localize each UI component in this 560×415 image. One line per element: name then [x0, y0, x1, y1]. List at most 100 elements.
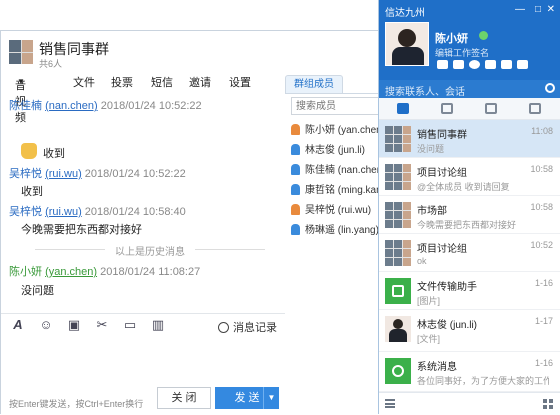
contacts-tab-icon[interactable] — [441, 103, 453, 114]
sender-id[interactable]: (rui.wu) — [45, 168, 82, 180]
conversation-preview: [文件] — [417, 334, 441, 344]
wave-hand-sticker — [21, 143, 37, 159]
divider — [285, 93, 379, 94]
main-panel: 信达九州 — □ ✕ 陈小妍 编辑工作签名 搜索联系人、会话 销售同事群 没问题… — [378, 0, 560, 414]
bookmark-tab-icon[interactable] — [485, 103, 497, 114]
conversation-item[interactable]: 林志俊 (jun.li) [文件] 1-17 — [379, 310, 560, 352]
sender-name[interactable]: 吴梓悦 — [9, 168, 42, 180]
member-item[interactable]: 杨琳遥 (lin.yang) — [291, 221, 381, 237]
conversation-time: 11:08 — [531, 126, 553, 136]
member-item[interactable]: 陈佳楠 (nan.chen) — [291, 161, 381, 177]
broadcast-icon[interactable] — [469, 60, 480, 69]
close-button[interactable]: 关 闭 — [157, 387, 211, 409]
chat-title: 销售同事群 — [39, 41, 109, 57]
emoji-icon[interactable]: ☺ — [39, 318, 53, 332]
sender-name[interactable]: 吴梓悦 — [9, 206, 42, 218]
conversation-item[interactable]: 市场部 今晚需要把东西都对接好 10:58 — [379, 196, 560, 234]
clock-icon — [218, 322, 229, 333]
conversation-item[interactable]: 销售同事群 没问题 11:08 — [379, 120, 560, 158]
avatar — [385, 316, 411, 342]
scissors-icon[interactable]: ✂ — [95, 318, 109, 332]
message-header: 吴梓悦 (rui.wu) 2018/01/24 10:58:40 — [9, 203, 186, 219]
chat-window: 销售同事群 共6人 音视频 ▼ 文件 投票 短信 邀请 设置 陈佳楠 (nan.c… — [0, 30, 381, 415]
timestamp: 2018/01/24 10:58:40 — [84, 206, 186, 218]
message-area: 陈佳楠 (nan.chen) 2018/01/24 10:52:22 收到 吴梓… — [1, 91, 285, 313]
send-button[interactable]: 发 送 ▼ — [215, 387, 279, 409]
font-icon[interactable]: A — [11, 318, 25, 332]
group-avatar — [385, 126, 411, 152]
member-item[interactable]: 陈小妍 (yan.chen) — [291, 121, 381, 137]
more-icon[interactable] — [517, 60, 528, 69]
menu-file[interactable]: 文件 — [73, 74, 95, 90]
menu-settings[interactable]: 设置 — [229, 74, 251, 90]
video-icon[interactable] — [501, 60, 512, 69]
timestamp: 2018/01/24 10:52:22 — [84, 168, 186, 180]
person-icon — [291, 164, 300, 175]
search-placeholder: 搜索联系人、会话 — [385, 87, 465, 98]
profile-header: 信达九州 — □ ✕ 陈小妍 编辑工作签名 — [379, 0, 560, 80]
image-icon[interactable]: ▣ — [67, 318, 81, 332]
profile-signature[interactable]: 编辑工作签名 — [435, 46, 489, 59]
menu-vote[interactable]: 投票 — [111, 74, 133, 90]
maximize-icon[interactable]: □ — [535, 4, 541, 15]
conversation-name: 林志俊 (jun.li) — [417, 320, 478, 331]
conversation-preview: @全体成员 收到请回复 — [417, 182, 510, 192]
group-avatar — [385, 240, 411, 266]
chat-header: 销售同事群 共6人 — [1, 31, 379, 71]
chat-tab-icon[interactable] — [397, 103, 409, 114]
message-header: 陈佳楠 (nan.chen) 2018/01/24 10:52:22 — [9, 97, 202, 113]
group-avatar — [9, 40, 33, 64]
sender-id[interactable]: (yan.chen) — [45, 266, 97, 278]
bottom-bar — [379, 392, 560, 414]
tab-group-members[interactable]: 群组成员 — [285, 75, 343, 93]
person-icon — [291, 144, 300, 155]
menu-icon[interactable] — [385, 399, 395, 408]
history-button[interactable]: 消息记录 — [218, 319, 277, 335]
conversation-item[interactable]: 系统消息 各位同事好，为了方便大家的工作效... 1-16 — [379, 352, 560, 392]
chart-icon[interactable]: ▥ — [151, 318, 165, 332]
menu-invite[interactable]: 邀请 — [189, 74, 211, 90]
grid-icon[interactable] — [543, 399, 553, 409]
member-search-input[interactable] — [291, 97, 379, 115]
avatar[interactable] — [385, 22, 429, 66]
close-icon[interactable]: ✕ — [547, 4, 555, 15]
conversation-time: 10:58 — [530, 202, 553, 212]
sender-id[interactable]: (nan.chen) — [45, 100, 98, 112]
conversation-item[interactable]: 项目讨论组 ok 10:52 — [379, 234, 560, 272]
message-text: 没问题 — [21, 285, 54, 297]
member-item[interactable]: 康哲铭 (ming.kang) — [291, 181, 381, 197]
file-transfer-icon — [385, 278, 411, 304]
conversation-item[interactable]: 文件传输助手 [图片] 1-16 — [379, 272, 560, 310]
sender-name[interactable]: 陈小妍 — [9, 266, 42, 278]
members-panel: 群组成员 陈小妍 (yan.chen) 林志俊 (jun.li) 陈佳楠 (na… — [285, 75, 381, 415]
search-icon[interactable] — [545, 83, 555, 93]
conversation-preview: [图片] — [417, 296, 441, 306]
profile-name: 陈小妍 — [435, 33, 468, 45]
minimize-icon[interactable]: — — [515, 4, 525, 15]
conversation-time: 10:58 — [530, 164, 553, 174]
member-item[interactable]: 吴梓悦 (rui.wu) — [291, 201, 381, 217]
person-icon — [291, 204, 300, 215]
apps-tab-icon[interactable] — [529, 103, 541, 114]
conversation-name: 系统消息 — [417, 362, 457, 373]
contact-search-input[interactable]: 搜索联系人、会话 — [379, 80, 560, 98]
user-icon[interactable] — [453, 60, 464, 69]
message-input[interactable] — [1, 337, 285, 387]
message-header: 陈小妍 (yan.chen) 2018/01/24 11:08:27 — [9, 263, 200, 279]
speaker-icon[interactable] — [485, 60, 496, 69]
member-name: 康哲铭 (ming.kang) — [305, 185, 381, 196]
conversation-preview: 今晚需要把东西都对接好 — [417, 220, 517, 230]
mail-icon[interactable] — [437, 60, 448, 69]
member-count: 共6人 — [39, 59, 63, 69]
member-name: 杨琳遥 (lin.yang) — [305, 225, 379, 236]
sender-id[interactable]: (rui.wu) — [45, 206, 82, 218]
folder-icon[interactable]: ▭ — [123, 318, 137, 332]
menu-sms[interactable]: 短信 — [151, 74, 173, 90]
conversation-item[interactable]: 项目讨论组 @全体成员 收到请回复 10:58 — [379, 158, 560, 196]
member-item[interactable]: 林志俊 (jun.li) — [291, 141, 381, 157]
sender-name[interactable]: 陈佳楠 — [9, 100, 42, 112]
person-icon — [291, 224, 300, 235]
conversation-name: 项目讨论组 — [417, 244, 467, 255]
chevron-down-icon[interactable]: ▼ — [263, 387, 279, 409]
conversation-preview: ok — [417, 256, 427, 266]
